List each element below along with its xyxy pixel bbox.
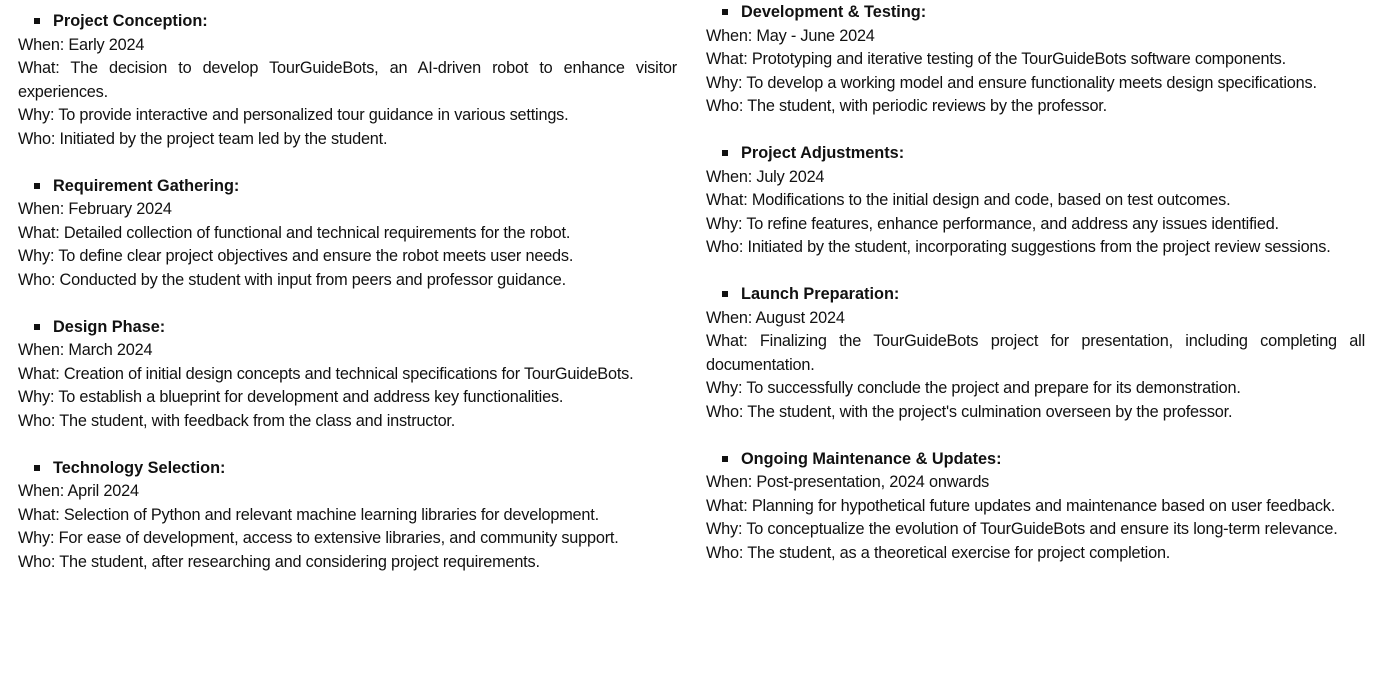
who-line: Who: The student, with feedback from the… [18, 411, 456, 430]
section-title: Requirement Gathering: [53, 176, 240, 195]
when-line: When: August 2024 [706, 308, 845, 327]
bullet-icon [34, 182, 40, 189]
why-line: Why: To provide interactive and personal… [18, 106, 569, 124]
why-line: Why: To successfully conclude the projec… [706, 379, 1241, 397]
left-column: Project Conception: When: Early 2024 What:… [18, 10, 677, 598]
why-line: Why: To conceptualize the evolution of T… [706, 520, 1338, 538]
section-title: Ongoing Maintenance & Updates: [741, 449, 1002, 468]
bullet-icon [34, 464, 40, 471]
section-title: Project Adjustments: [741, 144, 905, 162]
section-heading: Development & Testing: [706, 1, 1365, 25]
timeline-section: Project Conception: When: Early 2024 What:… [18, 10, 677, 151]
timeline-section: Launch Preparation: When: August 2024 What… [706, 283, 1365, 424]
section-heading: Requirement Gathering: [18, 175, 677, 199]
section-heading: Project Adjustments: [706, 142, 1365, 166]
section-heading: Design Phase: [18, 316, 677, 340]
bullet-icon [722, 455, 728, 462]
section-heading: Technology Selection: [18, 457, 677, 481]
why-line: Why: To refine features, enhance perform… [706, 214, 1279, 233]
section-title: Technology Selection: [53, 458, 226, 477]
who-line: Who: The student, after researching and … [18, 552, 540, 571]
section-title: Development & Testing: [741, 3, 927, 21]
when-line: When: Early 2024 [18, 35, 145, 54]
section-title: Design Phase: [53, 317, 166, 336]
bullet-icon [34, 18, 40, 24]
who-line: Who: The student, with periodic reviews … [706, 97, 1107, 115]
section-title: Launch Preparation: [741, 285, 900, 303]
what-line: What: Planning for hypothetical future u… [706, 496, 1336, 515]
bullet-icon [34, 323, 40, 330]
what-line: What: Prototyping and iterative testing … [706, 50, 1286, 68]
when-line: When: April 2024 [18, 482, 139, 500]
timeline-section: Project Adjustments: When: July 2024 What:… [706, 142, 1365, 260]
why-line: Why: To establish a blueprint for develo… [18, 388, 564, 406]
bullet-icon [722, 150, 728, 156]
who-line: Who: Initiated by the student, incorpora… [706, 238, 1331, 256]
why-line: Why: To develop a working model and ensu… [706, 73, 1317, 92]
why-line: Why: To define clear project objectives … [18, 247, 574, 265]
timeline-section: Ongoing Maintenance & Updates: When: Post… [706, 448, 1365, 566]
right-column: Development & Testing: When: May - June 2… [706, 1, 1365, 589]
what-line: What: The decision to develop TourGuideB… [18, 59, 677, 101]
when-line: When: July 2024 [706, 167, 825, 186]
when-line: When: February 2024 [18, 200, 172, 218]
who-line: Who: The student, with the project's cul… [706, 402, 1233, 421]
what-line: What: Creation of initial design concept… [18, 364, 634, 383]
when-line: When: May - June 2024 [706, 26, 875, 45]
what-line: What: Detailed collection of functional … [18, 223, 571, 242]
section-heading: Ongoing Maintenance & Updates: [706, 448, 1365, 472]
when-line: When: March 2024 [18, 341, 153, 359]
timeline-section: Requirement Gathering: When: February 202… [18, 175, 677, 293]
who-line: Who: The student, as a theoretical exerc… [706, 543, 1171, 562]
when-line: When: Post-presentation, 2024 onwards [706, 473, 990, 491]
section-title: Project Conception: [53, 12, 208, 30]
timeline-section: Design Phase: When: March 2024 What: Creat… [18, 316, 677, 434]
section-heading: Launch Preparation: [706, 283, 1365, 307]
section-heading: Project Conception: [18, 10, 677, 34]
timeline-section: Technology Selection: When: April 2024 Wha… [18, 457, 677, 575]
bullet-icon [722, 9, 728, 15]
timeline-section: Development & Testing: When: May - June 2… [706, 1, 1365, 119]
what-line: What: Selection of Python and relevant m… [18, 505, 599, 524]
why-line: Why: For ease of development, access to … [18, 529, 619, 547]
what-line: What: Finalizing the TourGuideBots proje… [706, 332, 1365, 374]
who-line: Who: Initiated by the project team led b… [18, 129, 388, 148]
who-line: Who: Conducted by the student with input… [18, 270, 566, 289]
what-line: What: Modifications to the initial desig… [706, 191, 1231, 209]
bullet-icon [722, 291, 728, 297]
